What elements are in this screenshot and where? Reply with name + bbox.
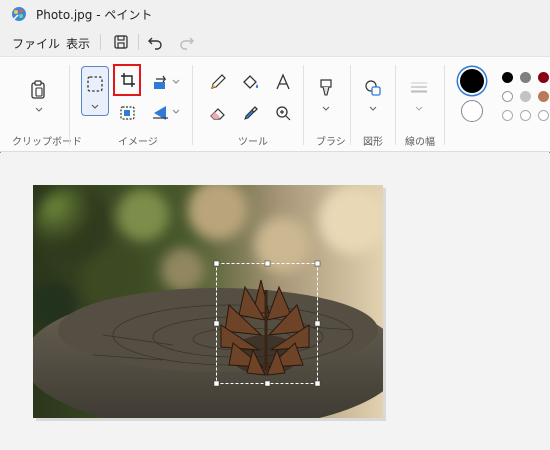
chevron-down-icon[interactable] — [35, 107, 43, 113]
resize-icon[interactable] — [117, 102, 139, 124]
group-label-shapes: 図形 — [363, 137, 383, 148]
ribbon-divider — [444, 65, 445, 145]
save-icon[interactable] — [111, 32, 131, 52]
ribbon-divider — [192, 65, 193, 145]
palette-color[interactable] — [520, 72, 531, 83]
ribbon-divider — [350, 65, 351, 145]
palette-color[interactable] — [520, 91, 531, 102]
chevron-down-icon[interactable] — [172, 109, 180, 115]
ribbon: クリップボード イメージ ツール ブラシ 図形 線の幅 — [0, 56, 550, 152]
palette-color-empty[interactable] — [520, 110, 531, 121]
palette-color-empty[interactable] — [538, 110, 549, 121]
pencil-icon[interactable] — [207, 71, 229, 93]
rotate-icon[interactable] — [150, 72, 172, 94]
secondary-color[interactable] — [461, 100, 483, 122]
menu-divider — [138, 34, 139, 50]
group-label-line-width: 線の幅 — [405, 137, 435, 148]
select-icon — [87, 76, 103, 92]
palette-color[interactable] — [502, 91, 513, 102]
group-label-tools: ツール — [238, 137, 268, 148]
group-label-clipboard: クリップボード — [12, 137, 82, 148]
chevron-down-icon[interactable] — [172, 79, 180, 85]
window-title: Photo.jpg - ペイント — [36, 8, 153, 22]
chevron-down-icon[interactable] — [415, 106, 423, 112]
palette-color[interactable] — [538, 91, 549, 102]
photo-canvas[interactable] — [33, 185, 383, 418]
palette-color-empty[interactable] — [502, 110, 513, 121]
crop-button-highlight[interactable] — [113, 64, 141, 96]
chevron-down-icon[interactable] — [322, 106, 330, 112]
paint-app-icon — [12, 7, 26, 21]
magnifier-icon[interactable] — [272, 102, 294, 124]
eraser-icon[interactable] — [207, 102, 229, 124]
ribbon-divider — [303, 65, 304, 145]
pinecone-photo — [33, 185, 383, 418]
primary-color[interactable] — [460, 69, 484, 93]
group-label-brush: ブラシ — [316, 137, 346, 148]
title-bar: Photo.jpg - ペイント — [0, 0, 550, 28]
redo-icon[interactable] — [176, 32, 196, 52]
menu-view[interactable]: 表示 — [66, 35, 90, 52]
shapes-icon[interactable] — [362, 77, 384, 99]
group-label-image: イメージ — [118, 137, 158, 148]
text-icon[interactable] — [272, 71, 294, 93]
chevron-down-icon[interactable] — [369, 106, 377, 112]
palette-color[interactable] — [538, 72, 549, 83]
brush-icon[interactable] — [315, 77, 337, 99]
clipboard-icon[interactable] — [27, 79, 49, 101]
menu-file[interactable]: ファイル — [12, 35, 60, 52]
crop-icon — [121, 73, 135, 87]
palette-color[interactable] — [502, 72, 513, 83]
line-width-icon[interactable] — [408, 77, 430, 99]
chevron-down-icon — [91, 104, 99, 109]
menu-bar: ファイル 表示 — [0, 28, 550, 56]
fill-icon[interactable] — [240, 71, 262, 93]
undo-icon[interactable] — [146, 32, 166, 52]
select-button[interactable] — [81, 66, 109, 116]
menu-divider — [100, 34, 101, 50]
flip-icon[interactable] — [150, 101, 172, 123]
ribbon-divider — [395, 65, 396, 145]
ribbon-divider — [69, 65, 70, 145]
color-picker-icon[interactable] — [240, 102, 262, 124]
